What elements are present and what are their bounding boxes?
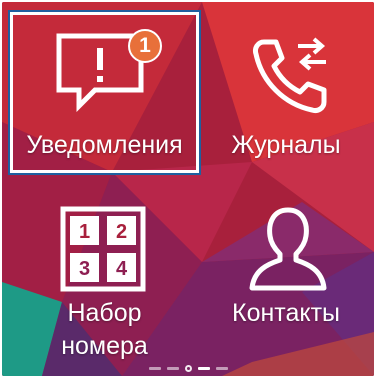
keypad-key-2: 2 xyxy=(116,221,127,243)
keypad-key-4: 4 xyxy=(116,258,128,280)
phone-log-icon xyxy=(253,37,327,113)
tile-contacts[interactable]: Контакты xyxy=(198,194,374,366)
keypad-key-3: 3 xyxy=(79,258,90,280)
page-indicator-item xyxy=(148,366,161,370)
person-icon xyxy=(249,207,327,291)
tile-logs[interactable]: Журналы xyxy=(198,12,374,173)
page-indicator xyxy=(2,364,374,372)
page-indicator-item xyxy=(215,366,228,370)
app-screen: Уведомления 1 Журналы 1 2 3 4 Набор номе… xyxy=(2,2,374,376)
logs-label: Журналы xyxy=(231,131,341,159)
keypad-key-1: 1 xyxy=(79,221,90,243)
tile-dialpad[interactable]: 1 2 3 4 Набор номера xyxy=(10,194,199,366)
contacts-label: Контакты xyxy=(232,299,340,327)
page-indicator-item xyxy=(166,366,179,370)
keypad-icon: 1 2 3 4 xyxy=(60,206,146,292)
page-indicator-home xyxy=(184,364,192,372)
dialpad-label-line2: номера xyxy=(61,332,148,360)
focus-highlight xyxy=(8,10,201,175)
dialpad-label-line1: Набор xyxy=(67,299,142,327)
page-indicator-current xyxy=(197,366,210,370)
